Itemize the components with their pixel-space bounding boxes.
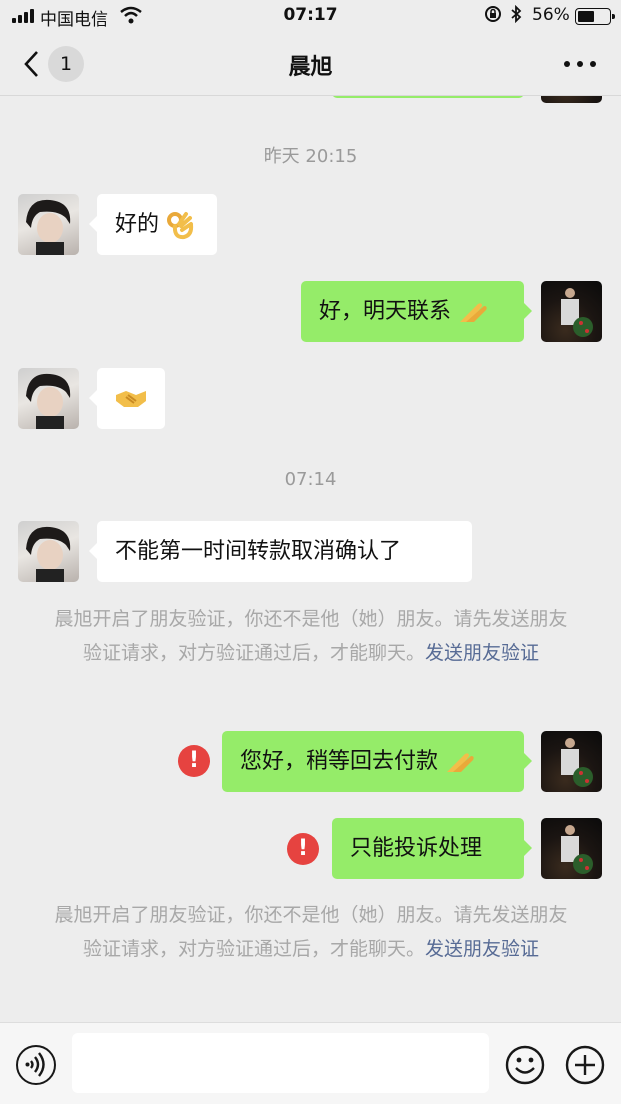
plus-icon[interactable] bbox=[565, 1045, 605, 1085]
send-verification-link[interactable]: 发送朋友验证 bbox=[425, 938, 539, 960]
message-bubble[interactable]: 只能投诉处理 bbox=[332, 818, 532, 879]
message-bubble[interactable]: 不能第一时间转款取消确认了 bbox=[89, 521, 472, 582]
battery-icon bbox=[575, 8, 615, 25]
message-bubble[interactable] bbox=[89, 368, 165, 429]
battery-percent: 56% bbox=[532, 5, 570, 25]
send-verification-link[interactable]: 发送朋友验证 bbox=[425, 642, 539, 664]
voice-icon[interactable] bbox=[16, 1045, 56, 1085]
message-text: 好，明天联系 bbox=[319, 299, 452, 324]
message-text: 只能投诉处理 bbox=[350, 836, 483, 861]
send-failed-icon[interactable]: ! bbox=[178, 745, 210, 777]
bluetooth-icon bbox=[511, 5, 522, 23]
input-bar bbox=[0, 1022, 621, 1104]
my-avatar[interactable] bbox=[541, 731, 602, 792]
timestamp: 昨天 20:15 bbox=[263, 146, 358, 167]
message-text: 好的 bbox=[115, 212, 160, 237]
clapping-hands-emoji bbox=[460, 303, 487, 322]
message-bubble[interactable]: 好的 bbox=[89, 194, 217, 255]
handshake-emoji bbox=[116, 391, 146, 407]
system-notice: 晨旭开启了朋友验证，你还不是他（她）朋友。请先发送朋友验证请求，对方验证通过后，… bbox=[52, 602, 570, 670]
message-bubble[interactable]: 好，明天联系 bbox=[301, 281, 532, 342]
chat-title: 晨旭 bbox=[288, 55, 333, 80]
timestamp: 07:14 bbox=[284, 469, 337, 490]
send-failed-icon[interactable]: ! bbox=[287, 833, 319, 865]
message-text: 不能第一时间转款取消确认了 bbox=[115, 539, 402, 564]
friend-avatar[interactable] bbox=[18, 368, 79, 429]
chat-header: 1 晨旭 bbox=[0, 32, 621, 96]
my-avatar[interactable] bbox=[541, 281, 602, 342]
my-avatar[interactable] bbox=[541, 818, 602, 879]
message-bubble[interactable]: 您好，稍等回去付款 bbox=[222, 731, 532, 792]
emoji-icon[interactable] bbox=[505, 1045, 545, 1085]
ok-hand-emoji bbox=[167, 212, 194, 240]
more-dots-icon[interactable] bbox=[560, 52, 600, 76]
status-time: 07:17 bbox=[283, 5, 338, 25]
friend-avatar[interactable] bbox=[18, 194, 79, 255]
clapping-hands-emoji bbox=[447, 753, 474, 772]
message-list[interactable]: 昨天 20:15 好的 好，明天联系 07:14 不能第一时间转款取消确认了 晨… bbox=[0, 37, 621, 1022]
system-notice: 晨旭开启了朋友验证，你还不是他（她）朋友。请先发送朋友验证请求，对方验证通过后，… bbox=[52, 898, 570, 966]
friend-avatar[interactable] bbox=[18, 521, 79, 582]
status-bar: 中国电信 07:17 56% bbox=[0, 0, 621, 32]
message-input[interactable] bbox=[72, 1033, 489, 1093]
message-text: 您好，稍等回去付款 bbox=[240, 749, 439, 774]
orientation-lock-icon bbox=[485, 6, 501, 22]
